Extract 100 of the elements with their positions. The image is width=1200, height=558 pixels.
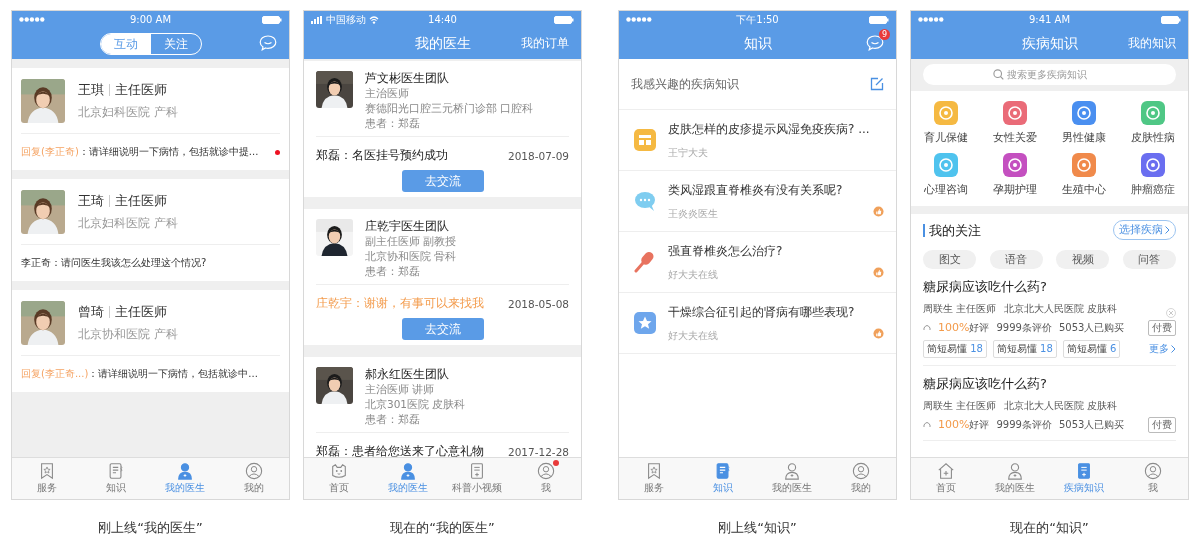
edit-icon[interactable] (870, 77, 884, 91)
tab-item[interactable]: 我 (1118, 458, 1188, 499)
segment-tab[interactable]: 关注 (150, 33, 201, 54)
doctor-icon (783, 462, 802, 480)
segment-tab[interactable]: 互动 (100, 33, 151, 54)
review-count: 9999条评价 (996, 321, 1052, 335)
microphone-icon (634, 251, 656, 273)
caption: 现在的“知识” (1010, 519, 1089, 537)
status-time: 9:00 AM (129, 14, 172, 25)
team-detail: 主治医师 (365, 86, 410, 101)
chat-button[interactable]: 去交流 (401, 170, 484, 192)
battery-icon (869, 15, 889, 24)
doctor-title: 主任医师 (109, 195, 167, 207)
screen-title: 我的医生 (414, 34, 471, 53)
category-item[interactable]: 孕期护理 (980, 153, 1050, 197)
tag[interactable]: 简短易懂 18 (923, 340, 987, 358)
doctor-title: 主任医师 (109, 306, 167, 318)
message-date: 2018-05-08 (507, 297, 569, 310)
close-icon[interactable] (1166, 308, 1176, 318)
rating: 100%好评 (938, 321, 990, 335)
battery-icon (1161, 15, 1181, 24)
header-link[interactable]: 我的知识 (1128, 35, 1176, 52)
chevron-icon (1165, 226, 1170, 234)
team-detail: 患者：郑磊 (365, 412, 421, 427)
category-item[interactable]: 心理咨询 (911, 153, 981, 197)
hospital-name: 北京北大人民医院 皮肤科 (1004, 302, 1118, 316)
doctor-icon (1005, 462, 1024, 480)
hospital-name: 北京妇科医院 产科 (78, 215, 178, 232)
review-count: 9999条评价 (996, 418, 1052, 432)
category-item[interactable]: 男性健康 (1049, 101, 1119, 145)
team-name: 芦文彬医生团队 (365, 71, 450, 86)
tab-item[interactable]: 我 (511, 458, 581, 499)
tab-item[interactable]: 我的 (219, 458, 289, 499)
team-detail: 北京协和医院 骨科 (365, 249, 457, 264)
tab-item[interactable]: 我的医生 (150, 458, 220, 499)
purchase-count: 5053人已购买 (1058, 418, 1125, 432)
team-detail: 主治医师 讲师 (365, 382, 436, 397)
last-message: 庄乾宇：谢谢，有事可以来找我 (316, 295, 484, 312)
question-card[interactable]: 糖尿病应该吃什么药? 周联生 主任医师 北京北大人民医院 皮肤科 100%好评 9999条评价 5053人已购买 付费 (923, 366, 1176, 441)
section-title: 我感兴趣的疾病知识 (631, 75, 739, 93)
chat-icon[interactable] (866, 35, 884, 51)
rating: 100%好评 (938, 418, 990, 432)
chat-button[interactable]: 去交流 (401, 318, 484, 340)
select-disease-button[interactable]: 选择疾病 (1113, 220, 1176, 240)
message-preview: 李正奇：请问医生我该怎么处理这个情况? (21, 256, 207, 270)
question-title: 糖尿病应该吃什么药? (923, 375, 1048, 393)
paid-tag: 付费 (1148, 320, 1176, 336)
status-time: 下午1:50 (736, 12, 779, 27)
chat-icon[interactable] (259, 35, 277, 51)
headphones-icon (923, 421, 931, 429)
tab-item[interactable]: 我的医生 (757, 458, 827, 499)
tab-item[interactable]: 知识 (688, 458, 758, 499)
team-name: 庄乾宇医生团队 (365, 219, 450, 234)
signal-icon (311, 15, 323, 24)
doctor-info: 周联生 主任医师 (923, 399, 997, 413)
header-link[interactable]: 我的订单 (521, 35, 569, 52)
purchase-count: 5053人已购买 (1058, 321, 1125, 335)
home-icon (936, 462, 955, 480)
tab-item[interactable]: 服务 (619, 458, 689, 499)
caption: 刚上线“我的医生” (98, 519, 203, 537)
team-detail: 患者：郑磊 (365, 264, 421, 279)
filter-chip[interactable]: 问答 (1122, 250, 1176, 269)
hospital-name: 北京妇科医院 产科 (78, 104, 178, 121)
signal-icon (19, 17, 45, 22)
tab-item[interactable]: 知识 (81, 458, 151, 499)
signal-icon (918, 17, 944, 22)
carrier-name: 中国移动 (326, 12, 366, 27)
category-item[interactable]: 皮肤性病 (1118, 101, 1188, 145)
tab-item[interactable]: 我的医生 (373, 458, 443, 499)
cat-face-icon (329, 462, 348, 480)
category-item[interactable]: 育儿保健 (911, 101, 981, 145)
category-item[interactable]: 肿瘤癌症 (1118, 153, 1188, 197)
tag[interactable]: 简短易懂 18 (992, 340, 1057, 358)
screen-title: 疾病知识 (1021, 34, 1078, 53)
team-name: 郝永红医生团队 (365, 367, 450, 382)
tab-item[interactable]: 首页 (911, 458, 981, 499)
team-detail: 赛德阳光口腔三元桥门诊部 口腔科 (365, 101, 534, 116)
more-link[interactable]: 更多 (1149, 342, 1176, 356)
filter-chip[interactable]: 语音 (989, 250, 1043, 269)
message-card[interactable]: 王琦 主任医师 北京妇科医院 产科 李正奇：请问医生我该怎么处理这个情况? (12, 179, 289, 281)
team-detail: 副主任医师 副教授 (365, 234, 457, 249)
user-icon (537, 462, 556, 480)
chat-icon (634, 190, 656, 212)
tab-item[interactable]: 科普小视频 (442, 458, 512, 499)
category-item[interactable]: 生殖中心 (1049, 153, 1119, 197)
filter-chip[interactable]: 视频 (1056, 250, 1110, 269)
tab-item[interactable]: 我的 (826, 458, 896, 499)
filter-chip[interactable]: 图文 (923, 250, 976, 269)
category-item[interactable]: 女性关爱 (980, 101, 1050, 145)
tab-item[interactable]: 服务 (12, 458, 82, 499)
question-title: 糖尿病应该吃什么药? (923, 278, 1048, 296)
tab-item[interactable]: 我的医生 (980, 458, 1050, 499)
tag[interactable]: 简短易懂 6 (1062, 340, 1121, 358)
doctor-title: 主任医师 (109, 84, 167, 96)
tab-item[interactable]: 首页 (304, 458, 374, 499)
chevron-icon (1171, 345, 1176, 353)
battery-icon (554, 15, 574, 24)
message-card[interactable]: 曾琦 主任医师 北京协和医院 产科 回复(李正奇...)：请详细说明一下病情，包括就诊中... (12, 290, 289, 392)
message-date: 2017-12-28 (507, 445, 569, 457)
tab-item[interactable]: 疾病知识 (1049, 458, 1119, 499)
